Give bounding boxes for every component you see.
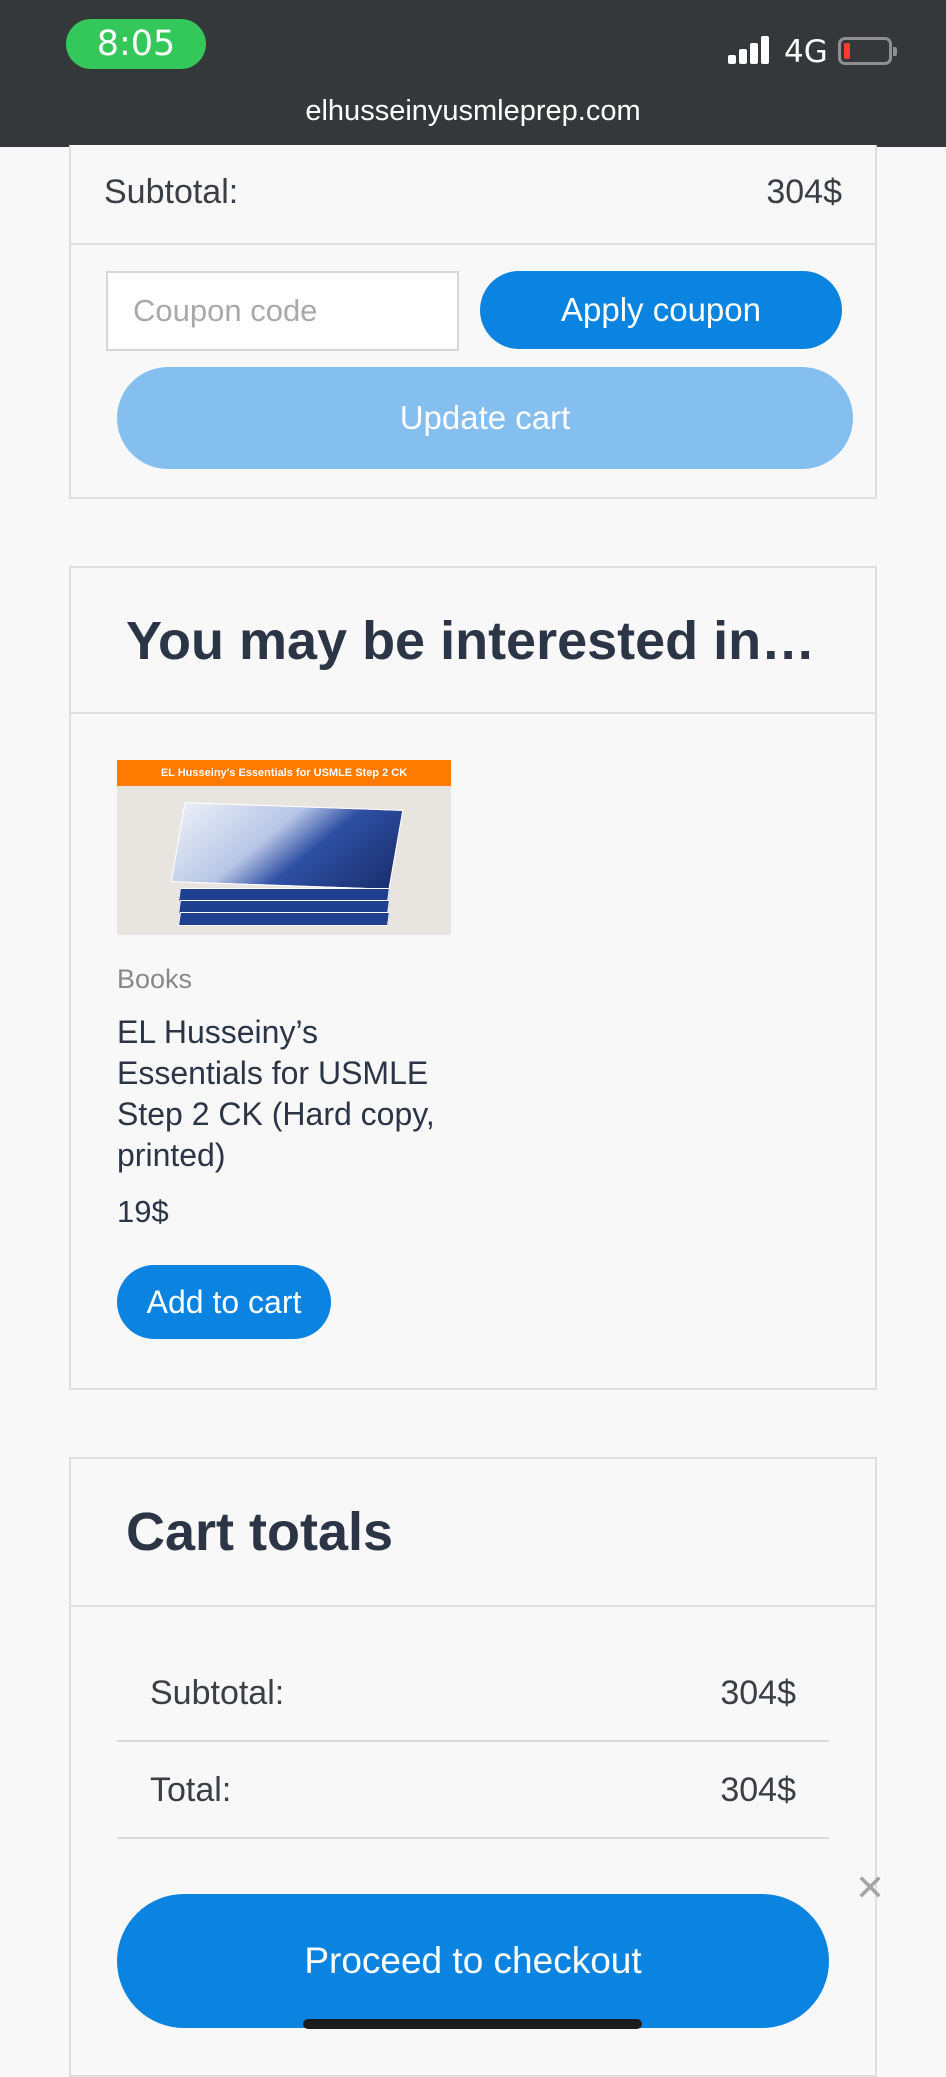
product-price: 19$: [117, 1194, 169, 1229]
proceed-to-checkout-button[interactable]: Proceed to checkout: [117, 1894, 829, 2028]
book-cover-graphic: [170, 802, 404, 890]
update-cart-button[interactable]: Update cart: [117, 367, 853, 469]
network-type: 4G: [784, 34, 828, 70]
totals-total-row: Total: 304$: [117, 1743, 829, 1839]
book-spine-graphic: [178, 912, 390, 926]
product-image[interactable]: EL Husseiny's Essentials for USMLE Step …: [117, 760, 451, 935]
cart-actions-card: Subtotal: 304$ Apply coupon Update cart: [69, 145, 877, 499]
cross-sells-title: You may be interested in…: [126, 611, 816, 671]
add-to-cart-button[interactable]: Add to cart: [117, 1265, 331, 1339]
totals-subtotal-row: Subtotal: 304$: [117, 1646, 829, 1742]
subtotal-row: Subtotal: 304$: [71, 145, 875, 245]
cross-sells-header: You may be interested in…: [71, 568, 875, 714]
totals-subtotal-label: Subtotal:: [150, 1674, 285, 1712]
coupon-code-input[interactable]: [106, 271, 459, 351]
totals-total-label: Total:: [150, 1771, 232, 1809]
close-icon[interactable]: ✕: [855, 1870, 885, 1906]
status-time: 8:05: [66, 19, 206, 69]
subtotal-label: Subtotal:: [104, 173, 239, 211]
cross-sells-card: You may be interested in… EL Husseiny's …: [69, 566, 877, 1390]
status-bar: 8:05 4G elhusseinyusmleprep.com: [0, 0, 946, 147]
product-image-banner: EL Husseiny's Essentials for USMLE Step …: [117, 760, 451, 786]
product-title[interactable]: EL Husseiny’s Essentials for USMLE Step …: [117, 1012, 457, 1176]
subtotal-value: 304$: [766, 173, 842, 211]
signal-strength-icon: [728, 36, 772, 64]
battery-icon: [838, 37, 897, 65]
address-bar-url[interactable]: elhusseinyusmleprep.com: [0, 95, 946, 128]
cart-totals-title: Cart totals: [126, 1502, 394, 1562]
totals-total-value: 304$: [720, 1771, 796, 1809]
apply-coupon-button[interactable]: Apply coupon: [480, 271, 842, 349]
product-category[interactable]: Books: [117, 964, 192, 995]
cart-totals-header: Cart totals: [71, 1459, 875, 1607]
home-indicator[interactable]: [303, 2019, 642, 2029]
totals-subtotal-value: 304$: [720, 1674, 796, 1712]
